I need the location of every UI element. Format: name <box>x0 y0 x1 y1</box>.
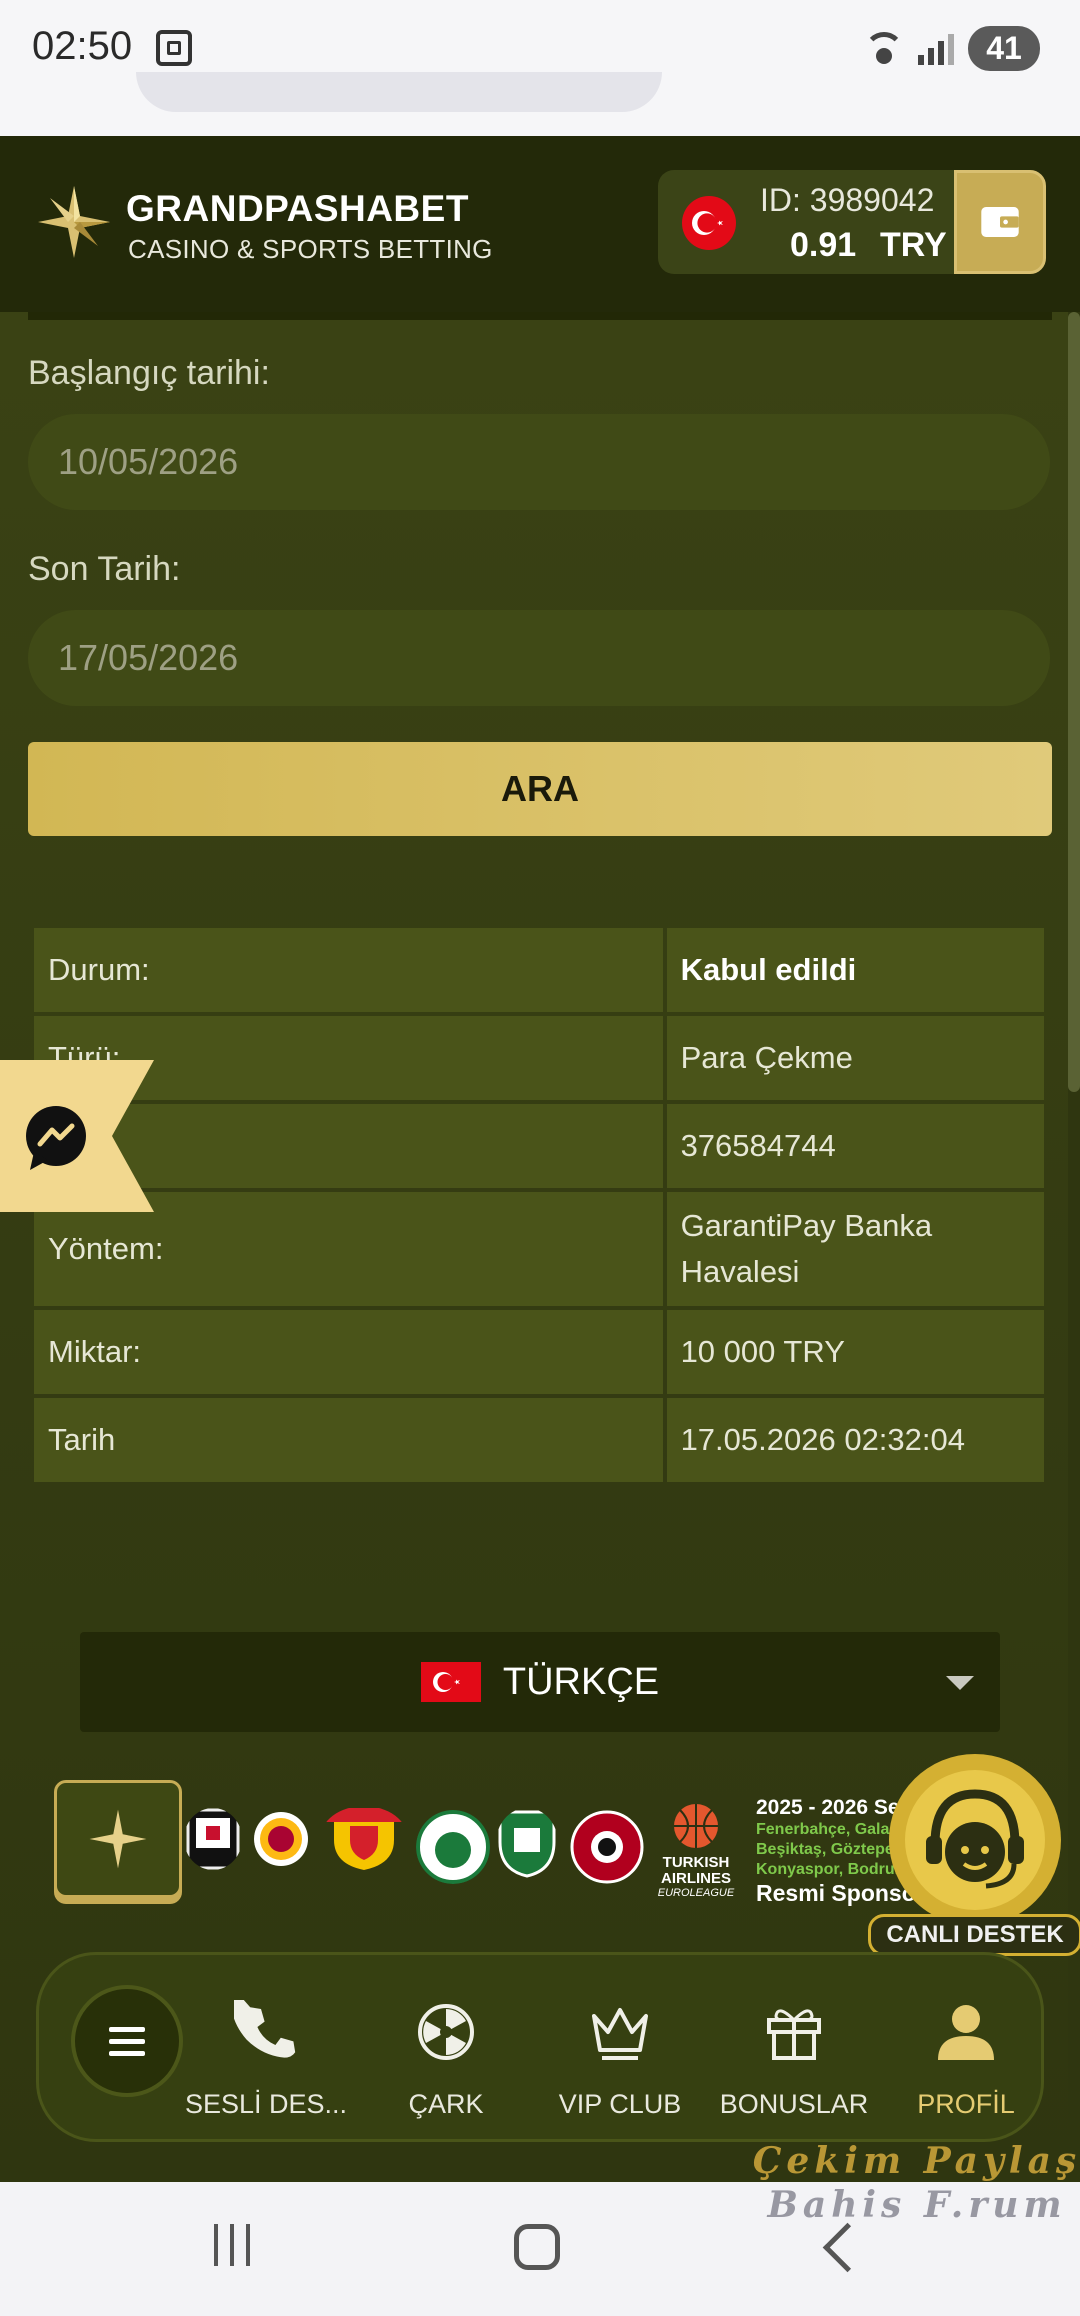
turkish-airlines-text: TURKISH AIRLINES <box>660 1854 731 1887</box>
galatasaray-logo-icon <box>254 1812 308 1866</box>
live-support-button[interactable]: CANLI DESTEK <box>868 1748 1080 1956</box>
site-header: GRANDPASHABET CASINO & SPORTS BETTING ID… <box>0 136 1080 314</box>
bodrumspor-logo-icon <box>498 1810 556 1878</box>
nav-label: BONUSLAR <box>719 2089 869 2119</box>
nav-item-wheel[interactable]: ÇARK <box>359 1997 533 2120</box>
status-value: Kabul edildi <box>666 928 1044 1012</box>
wheel-icon <box>418 2004 474 2060</box>
back-icon[interactable] <box>822 2222 873 2273</box>
bottom-navigation: SESLİ DES... ÇARK VIP CLUB BONUSLAR PROF… <box>36 1952 1044 2142</box>
headset-agent-icon <box>889 1754 1061 1926</box>
goztepe-logo-icon <box>322 1808 406 1870</box>
home-icon[interactable] <box>514 2224 560 2270</box>
row-value: 376584744 <box>666 1104 1044 1188</box>
watermark-line2: Bahis F.rum <box>767 2184 1067 2226</box>
account-summary[interactable]: ID: 3989042 0.91 TRY <box>658 170 1046 274</box>
nav-label: PROFİL <box>917 2089 1015 2119</box>
logo-star-icon[interactable] <box>36 184 112 260</box>
search-button[interactable]: ARA <box>28 742 1052 836</box>
karagumruk-logo-icon <box>570 1810 644 1884</box>
end-date-input[interactable]: 17/05/2026 <box>28 610 1050 706</box>
start-date-input[interactable]: 10/05/2026 <box>28 414 1050 510</box>
end-date-label: Son Tarih: <box>28 550 181 588</box>
nav-label: ÇARK <box>408 2089 484 2119</box>
crown-icon <box>592 2008 648 2060</box>
live-support-label: CANLI DESTEK <box>868 1914 1080 1956</box>
account-currency: TRY <box>880 226 947 264</box>
account-balance: 0.91 <box>790 226 857 264</box>
start-date-label: Başlangıç tarihi: <box>28 354 270 392</box>
besiktas-logo-icon <box>186 1808 240 1870</box>
row-value: 10 000 TRY <box>666 1310 1044 1394</box>
row-value: 17.05.2026 02:32:04 <box>666 1398 1044 1482</box>
nav-label: VIP CLUB <box>558 2089 682 2119</box>
row-value: Para Çekme <box>666 1016 1044 1100</box>
home-shortcut[interactable] <box>54 1780 182 1898</box>
row-label: Miktar: <box>34 1310 663 1394</box>
logo-star-icon <box>89 1809 147 1869</box>
konyaspor-logo-icon <box>416 1810 490 1884</box>
row-label: Durum: <box>34 928 663 1012</box>
menu-button[interactable] <box>71 1985 183 2097</box>
watermark-line1: Çekim Paylaş <box>752 2140 1080 2182</box>
turkish-airlines-logo: TURKISH AIRLINES EUROLEAGUE <box>656 1802 736 1899</box>
nav-item-voice-support[interactable]: SESLİ DES... <box>179 1997 353 2120</box>
row-value: GarantiPay Banka Havalesi <box>666 1192 1044 1306</box>
table-row: Miktar: 10 000 TRY <box>34 1310 1044 1394</box>
wallet-button[interactable] <box>954 170 1046 274</box>
nav-label: SESLİ DES... <box>184 2089 348 2119</box>
panel-top-edge <box>28 312 1052 320</box>
wifi-icon <box>864 31 904 66</box>
battery-icon: 41 <box>968 26 1040 71</box>
phone-icon <box>234 2000 296 2058</box>
nav-item-vip-club[interactable]: VIP CLUB <box>533 1997 707 2120</box>
account-id: ID: 3989042 <box>760 182 935 218</box>
screenshot-icon <box>156 30 192 66</box>
table-row: Tarih 17.05.2026 02:32:04 <box>34 1398 1044 1482</box>
recent-apps-icon[interactable] <box>214 2224 250 2266</box>
transaction-details-table: Durum: Kabul edildi Türü: Para Çekme ID:… <box>30 924 1048 1486</box>
scrollbar-thumb[interactable] <box>1068 312 1080 1092</box>
language-select[interactable]: TÜRKÇE <box>80 1632 1000 1732</box>
status-icons: 41 <box>864 26 1040 71</box>
nav-item-bonuses[interactable]: BONUSLAR <box>707 1997 881 2120</box>
status-bar: 02:50 41 <box>0 0 1080 136</box>
row-label: Tarih <box>34 1398 663 1482</box>
user-icon <box>938 2005 994 2060</box>
table-row: Durum: Kabul edildi <box>34 928 1044 1012</box>
turkey-flag-icon <box>420 1662 481 1702</box>
table-row: Türü: Para Çekme <box>34 1016 1044 1100</box>
wallet-icon <box>981 207 1019 237</box>
chevron-down-icon <box>946 1676 974 1690</box>
language-selected: TÜRKÇE <box>502 1660 660 1703</box>
signal-icon <box>918 33 954 65</box>
turkey-flag-icon <box>682 196 736 250</box>
table-row: ID: 376584744 <box>34 1104 1044 1188</box>
hamburger-icon <box>109 2026 145 2032</box>
status-time: 02:50 <box>32 24 133 68</box>
address-bar[interactable] <box>136 72 662 112</box>
watermark: Çekim Paylaş Bahis F.rum <box>752 2140 1080 2226</box>
brand-name[interactable]: GRANDPASHABET <box>126 188 469 230</box>
table-row: Yöntem: GarantiPay Banka Havalesi <box>34 1192 1044 1306</box>
basketball-icon <box>674 1804 718 1848</box>
nav-item-profile[interactable]: PROFİL <box>879 1997 1053 2120</box>
gift-icon <box>767 2009 821 2060</box>
euroleague-text: EUROLEAGUE <box>657 1887 735 1899</box>
messenger-chat-button[interactable] <box>0 1060 154 1212</box>
brand-tagline: CASINO & SPORTS BETTING <box>128 234 493 264</box>
